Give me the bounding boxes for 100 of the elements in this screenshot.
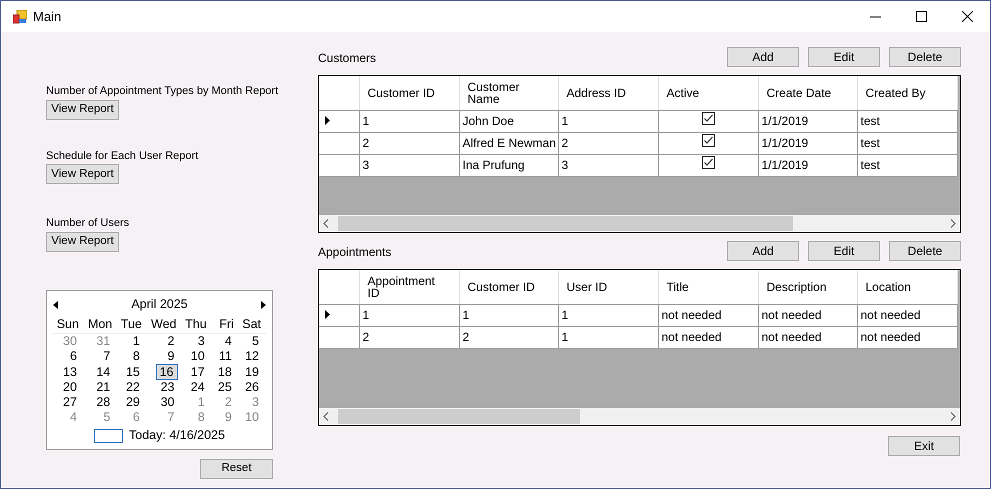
- weekday-label: Sat: [242, 316, 261, 330]
- calendar-day[interactable]: 2: [164, 334, 178, 348]
- table-cell: test: [857, 110, 957, 132]
- grid-action-button[interactable]: Edit: [808, 241, 880, 261]
- scroll-left-icon[interactable]: [321, 219, 331, 228]
- checkbox[interactable]: [702, 134, 714, 147]
- calendar-day[interactable]: 26: [242, 380, 262, 394]
- weekday-label: Wed: [151, 316, 176, 330]
- today-marker: [94, 428, 124, 443]
- scrollbar-thumb[interactable]: [338, 216, 793, 231]
- calendar-day[interactable]: 24: [188, 380, 208, 394]
- calendar-day[interactable]: 7: [100, 349, 114, 364]
- next-month-icon[interactable]: [260, 300, 266, 308]
- table-cell: test: [857, 154, 957, 176]
- horizontal-scrollbar[interactable]: [319, 215, 960, 232]
- column-header[interactable]: Appointment ID: [359, 270, 459, 304]
- column-header[interactable]: Create Date: [758, 76, 857, 110]
- maximize-icon[interactable]: [916, 11, 926, 22]
- weekday-label: Fri: [219, 316, 234, 330]
- calendar-day[interactable]: 22: [122, 380, 143, 394]
- reset-button[interactable]: Reset: [200, 458, 273, 478]
- grid-action-button[interactable]: Add: [727, 241, 799, 261]
- checkbox[interactable]: [702, 112, 714, 125]
- calendar-day[interactable]: 17: [188, 364, 208, 379]
- table-cell: Ina Prufung: [459, 154, 558, 176]
- table-cell: 3: [558, 154, 658, 176]
- row-header[interactable]: [319, 304, 359, 326]
- table-cell: 1: [558, 326, 658, 348]
- table-cell: not needed: [658, 304, 758, 326]
- scroll-right-icon[interactable]: [948, 412, 958, 421]
- checkbox[interactable]: [702, 156, 714, 169]
- calendar-day[interactable]: 30: [158, 394, 178, 409]
- calendar-day[interactable]: 13: [60, 364, 80, 379]
- weekday-label: Mon: [88, 316, 112, 330]
- view-report-button[interactable]: View Report: [46, 100, 119, 120]
- calendar-day[interactable]: 14: [93, 364, 114, 379]
- report-label: Number of Users: [46, 216, 130, 231]
- calendar-day[interactable]: 15: [122, 364, 143, 379]
- grid-action-button[interactable]: Delete: [889, 47, 961, 67]
- column-header[interactable]: Customer ID: [359, 76, 459, 110]
- view-report-button[interactable]: View Report: [46, 232, 119, 252]
- column-header[interactable]: Title: [658, 270, 758, 304]
- column-header[interactable]: Created By: [857, 76, 957, 110]
- row-header-corner: [319, 270, 359, 304]
- view-report-button[interactable]: View Report: [46, 164, 119, 184]
- calendar-day[interactable]: 1: [130, 334, 143, 348]
- scroll-right-icon[interactable]: [948, 219, 958, 228]
- row-header-corner: [319, 76, 359, 110]
- calendar-day[interactable]: 21: [93, 380, 114, 394]
- previous-month-icon[interactable]: [53, 300, 58, 308]
- calendar-day[interactable]: 6: [67, 349, 80, 364]
- table-cell: 1: [558, 110, 658, 132]
- calendar-day[interactable]: 18: [214, 364, 235, 379]
- current-row-icon: [325, 310, 330, 319]
- calendar-day[interactable]: 4: [222, 334, 235, 348]
- table-cell: not needed: [758, 304, 857, 326]
- calendar-day[interactable]: 8: [130, 349, 143, 364]
- table-cell: test: [857, 132, 957, 154]
- calendar-day[interactable]: 20: [60, 380, 80, 394]
- calendar-day[interactable]: 19: [242, 364, 262, 379]
- table-cell: 1/1/2019: [758, 110, 857, 132]
- column-header[interactable]: Active: [658, 76, 758, 110]
- grid-action-button[interactable]: Delete: [889, 241, 961, 261]
- scroll-left-icon[interactable]: [321, 412, 331, 421]
- today-link[interactable]: Today: 4/16/2025: [129, 426, 225, 445]
- calendar-day[interactable]: 5: [249, 334, 262, 348]
- weekday-label: Thu: [185, 316, 207, 330]
- calendar-day[interactable]: 25: [214, 380, 235, 394]
- calendar-day[interactable]: 16: [156, 364, 178, 380]
- table-cell: 2: [459, 326, 558, 348]
- column-header[interactable]: Address ID: [558, 76, 658, 110]
- calendar-day[interactable]: 3: [194, 334, 208, 348]
- column-header[interactable]: Customer Name: [459, 76, 558, 110]
- table-cell: not needed: [658, 326, 758, 348]
- table-cell: 3: [359, 154, 459, 176]
- exit-button[interactable]: Exit: [888, 436, 960, 456]
- calendar-day[interactable]: 10: [188, 349, 208, 364]
- calendar-day[interactable]: 12: [242, 349, 262, 364]
- table-cell: 1: [459, 304, 558, 326]
- column-header[interactable]: User ID: [558, 270, 658, 304]
- table-cell: 1/1/2019: [758, 132, 857, 154]
- calendar-day[interactable]: 27: [60, 394, 80, 409]
- table-cell: 2: [359, 132, 459, 154]
- grid-action-button[interactable]: Add: [727, 47, 799, 67]
- calendar-day[interactable]: 23: [158, 380, 178, 394]
- horizontal-scrollbar[interactable]: [319, 408, 960, 425]
- scrollbar-thumb[interactable]: [338, 409, 580, 424]
- calendar-day[interactable]: 28: [93, 394, 114, 409]
- column-header[interactable]: Location: [857, 270, 957, 304]
- row-header[interactable]: [319, 110, 359, 132]
- table-cell: not needed: [758, 326, 857, 348]
- table-cell: John Doe: [459, 110, 558, 132]
- calendar-day[interactable]: 29: [122, 394, 143, 409]
- column-header[interactable]: Description: [758, 270, 857, 304]
- column-header[interactable]: Customer ID: [459, 270, 558, 304]
- calendar-day[interactable]: 11: [216, 349, 235, 364]
- calendar-day[interactable]: 9: [164, 349, 178, 364]
- grid-action-button[interactable]: Edit: [808, 47, 880, 67]
- month-title[interactable]: April 2025: [131, 295, 188, 314]
- close-icon[interactable]: [962, 11, 972, 22]
